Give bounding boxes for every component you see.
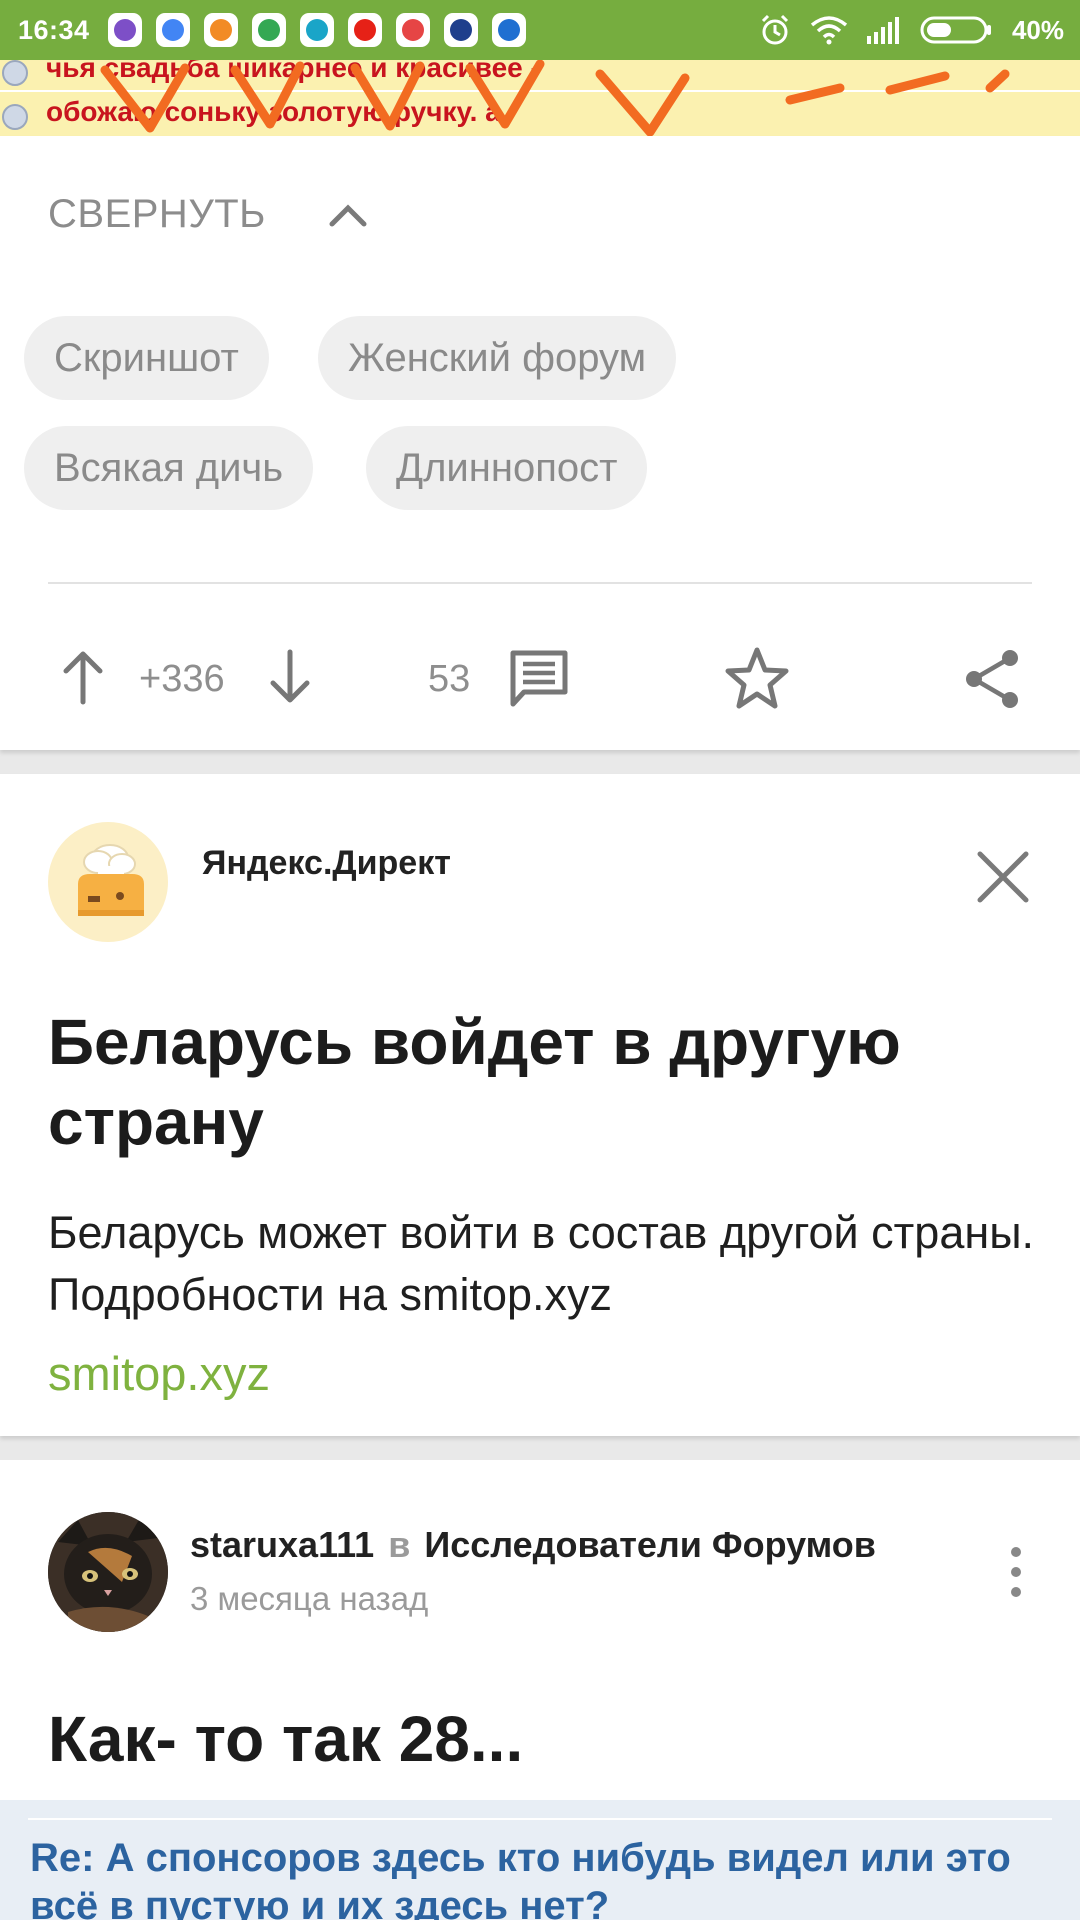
image-caption: Re: А спонсоров здесь кто нибудь видел и… — [30, 1836, 1011, 1920]
post-time: 3 месяца назад — [190, 1580, 429, 1617]
pikabu-icon — [203, 13, 238, 47]
close-icon[interactable] — [974, 848, 1032, 906]
weather-channel-icon — [443, 13, 478, 47]
rating-value: +336 — [139, 658, 225, 700]
in-word: в — [388, 1524, 411, 1565]
tag-longpost[interactable]: Длиннопост — [366, 426, 648, 510]
chef-toast-icon — [78, 844, 144, 916]
post-meta: staruxa111 в Исследователи Форумов — [190, 1524, 876, 1566]
ad-card[interactable]: Яндекс.Директ Беларусь войдет в другую с… — [0, 774, 1080, 1436]
status-time: 16:34 — [18, 14, 90, 45]
youtube-icon — [347, 13, 382, 47]
chrome-icon — [155, 13, 190, 47]
voice-recorder-icon — [491, 13, 526, 47]
post-card: СВЕРНУТЬ Скриншот Женский форум Всякая д… — [0, 136, 1080, 750]
community-name[interactable]: Исследователи Форумов — [424, 1524, 876, 1565]
ad-avatar — [48, 822, 168, 942]
yandex-icon — [395, 13, 430, 47]
upvote-arrow-icon[interactable] — [58, 648, 108, 706]
post-image[interactable]: Re: А спонсоров здесь кто нибудь видел и… — [0, 1800, 1080, 1920]
post-title[interactable]: Как- то так 28... — [48, 1702, 523, 1776]
star-icon[interactable] — [724, 646, 790, 710]
share-icon[interactable] — [962, 648, 1022, 710]
tag-random-weird[interactable]: Всякая дичь — [24, 426, 314, 510]
chevron-up-icon — [329, 203, 367, 226]
divider — [48, 582, 1032, 584]
scribble-annotation — [100, 60, 1010, 136]
app-icon — [299, 13, 334, 47]
viber-icon — [107, 13, 142, 47]
avatar[interactable] — [48, 1512, 168, 1632]
image-divider — [28, 1818, 1052, 1820]
cat-avatar-icon — [48, 1512, 168, 1632]
more-vertical-icon[interactable] — [1006, 1544, 1026, 1600]
comments-icon[interactable] — [508, 648, 570, 710]
tag-screenshot[interactable]: Скриншот — [24, 316, 269, 400]
ad-source: Яндекс.Директ — [202, 844, 451, 882]
collapse-label: СВЕРНУТЬ — [48, 192, 266, 236]
signal-icon — [866, 17, 899, 44]
battery-icon — [920, 16, 991, 44]
post-card: staruxa111 в Исследователи Форумов 3 мес… — [0, 1460, 1080, 1920]
wifi-icon — [810, 16, 848, 45]
tag-womens-forum[interactable]: Женский форум — [318, 316, 677, 400]
post-actions: +336 53 — [0, 626, 1080, 716]
maps-icon — [251, 13, 286, 47]
battery-percent: 40% — [1011, 14, 1064, 45]
collapse-button[interactable]: СВЕРНУТЬ — [48, 192, 368, 237]
post-image-fragment[interactable]: чья свадьба шикарнее и красивее - обожаю… — [0, 60, 1080, 136]
status-bar: 16:34 40% — [0, 0, 1080, 60]
ad-title[interactable]: Беларусь войдет в другую страну — [48, 1002, 1028, 1162]
status-indicators: 40% — [758, 13, 1064, 47]
alarm-icon — [761, 14, 789, 45]
ad-link[interactable]: smitop.xyz — [48, 1346, 270, 1401]
downvote-arrow-icon[interactable] — [265, 648, 315, 706]
notification-icons — [107, 13, 526, 47]
comments-count: 53 — [428, 658, 471, 700]
author-name[interactable]: staruxa111 — [190, 1524, 374, 1565]
ad-description: Беларусь может войти в состав другой стр… — [48, 1207, 1035, 1320]
